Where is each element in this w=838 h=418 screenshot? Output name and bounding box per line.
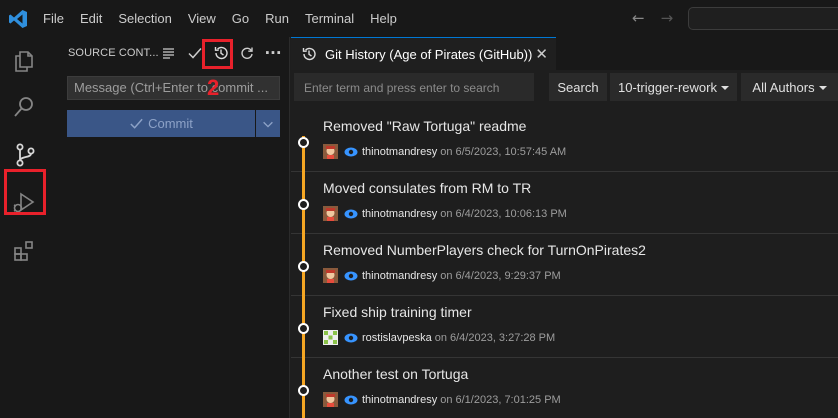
commit-meta: thinotmandresy on 6/4/2023, 10:06:13 PM bbox=[323, 206, 567, 221]
forward-arrow-icon[interactable]: → bbox=[661, 10, 674, 26]
annotation-number-2: 2 bbox=[207, 75, 220, 100]
history-toolbar: Enter term and press enter to search Sea… bbox=[291, 70, 838, 104]
commit-row[interactable]: Another test on Tortuga thinotmandresy o… bbox=[291, 358, 838, 418]
more-actions-button[interactable]: ··· bbox=[260, 42, 286, 64]
source-control-icon bbox=[16, 143, 35, 167]
commit-message-input[interactable]: Message (Ctrl+Enter to commit ... bbox=[67, 76, 280, 100]
eye-icon[interactable] bbox=[344, 394, 358, 406]
pirate-avatar-icon bbox=[323, 144, 338, 159]
extensions-button[interactable] bbox=[0, 227, 48, 275]
menu-help[interactable]: Help bbox=[370, 10, 397, 27]
commit-author[interactable]: thinotmandresy bbox=[362, 270, 437, 282]
check-icon bbox=[188, 48, 202, 59]
history-search-input[interactable]: Enter term and press enter to search bbox=[294, 73, 534, 101]
graph-node bbox=[298, 323, 309, 334]
commit-date: on 6/4/2023, 9:29:37 PM bbox=[440, 269, 561, 282]
commit-subject[interactable]: Fixed ship training timer bbox=[323, 304, 472, 320]
eye-icon[interactable] bbox=[344, 146, 358, 158]
eye-icon[interactable] bbox=[344, 270, 358, 282]
ellipsis-icon: ··· bbox=[264, 44, 282, 62]
commit-author[interactable]: thinotmandresy bbox=[362, 208, 437, 220]
commit-author[interactable]: thinotmandresy bbox=[362, 394, 437, 406]
command-center-search[interactable] bbox=[688, 7, 838, 30]
commit-date: on 6/1/2023, 7:01:25 PM bbox=[440, 393, 561, 406]
files-icon bbox=[15, 51, 33, 72]
graph-node bbox=[298, 199, 309, 210]
commit-meta: thinotmandresy on 6/1/2023, 7:01:25 PM bbox=[323, 392, 561, 407]
navigation-arrows: ← → bbox=[632, 10, 673, 26]
tab-git-history[interactable]: Git History (Age of Pirates (GitHub)) ✕ bbox=[291, 37, 556, 70]
graph-node bbox=[298, 137, 309, 148]
authors-dropdown[interactable]: All Authors bbox=[741, 73, 838, 101]
menu-bar: File Edit Selection View Go Run Terminal… bbox=[43, 10, 413, 27]
commit-button[interactable]: Commit bbox=[67, 110, 255, 137]
vscode-logo-icon bbox=[9, 10, 27, 28]
history-icon bbox=[302, 47, 316, 61]
pirate-avatar-icon bbox=[323, 206, 338, 221]
branch-label: 10-trigger-rework bbox=[618, 79, 717, 95]
source-control-sidebar: SOURCE CONT... ··· 2 Message (Ctrl+Enter… bbox=[48, 37, 290, 418]
close-icon[interactable]: ✕ bbox=[535, 45, 548, 63]
explorer-button[interactable] bbox=[0, 37, 48, 85]
git-history-view: Enter term and press enter to search Sea… bbox=[291, 70, 838, 418]
commit-author[interactable]: rostislavpeska bbox=[362, 332, 432, 344]
refresh-icon bbox=[241, 47, 253, 59]
commit-row[interactable]: Removed NumberPlayers check for TurnOnPi… bbox=[291, 234, 838, 296]
commit-subject[interactable]: Moved consulates from RM to TR bbox=[323, 180, 531, 196]
commit-subject[interactable]: Removed "Raw Tortuga" readme bbox=[323, 118, 526, 134]
commit-row[interactable]: Fixed ship training timer rostislavpeska… bbox=[291, 296, 838, 358]
commit-date: on 6/4/2023, 3:27:28 PM bbox=[434, 331, 556, 344]
caret-down-icon bbox=[720, 86, 729, 90]
eye-icon[interactable] bbox=[344, 332, 358, 344]
menu-terminal[interactable]: Terminal bbox=[305, 10, 354, 27]
graph-node bbox=[298, 385, 309, 396]
title-bar: File Edit Selection View Go Run Terminal… bbox=[0, 0, 838, 37]
activity-bar bbox=[0, 37, 48, 418]
commit-author[interactable]: thinotmandresy bbox=[362, 146, 437, 158]
view-as-tree-button[interactable] bbox=[156, 42, 182, 64]
commit-row[interactable]: Removed "Raw Tortuga" readme thinotmandr… bbox=[291, 110, 838, 172]
search-icon bbox=[14, 97, 33, 117]
chevron-down-icon bbox=[263, 121, 273, 128]
authors-label: All Authors bbox=[752, 79, 815, 95]
graph-node bbox=[298, 261, 309, 272]
commit-date: on 6/4/2023, 10:06:13 PM bbox=[440, 207, 567, 220]
eye-icon[interactable] bbox=[344, 208, 358, 220]
highlight-box-1 bbox=[4, 169, 46, 215]
highlight-box-2 bbox=[202, 39, 233, 69]
commit-meta: thinotmandresy on 6/4/2023, 9:29:37 PM bbox=[323, 268, 561, 283]
commit-dropdown-button[interactable] bbox=[256, 110, 280, 137]
commit-button-label: Commit bbox=[148, 116, 193, 131]
editor-tab-bar: Git History (Age of Pirates (GitHub)) ✕ bbox=[291, 37, 838, 70]
tab-title: Git History (Age of Pirates (GitHub)) bbox=[325, 46, 533, 62]
refresh-button[interactable] bbox=[234, 42, 260, 64]
commit-list: Removed "Raw Tortuga" readme thinotmandr… bbox=[291, 110, 838, 418]
caret-down-icon bbox=[818, 86, 827, 90]
menu-view[interactable]: View bbox=[188, 10, 216, 27]
sidebar-title: SOURCE CONT... bbox=[68, 47, 159, 59]
check-icon bbox=[130, 118, 143, 129]
menu-go[interactable]: Go bbox=[232, 10, 249, 27]
menu-selection[interactable]: Selection bbox=[118, 10, 171, 27]
identicon-avatar-icon bbox=[323, 330, 338, 345]
commit-subject[interactable]: Another test on Tortuga bbox=[323, 366, 468, 382]
commit-meta: thinotmandresy on 6/5/2023, 10:57:45 AM bbox=[323, 144, 566, 159]
menu-edit[interactable]: Edit bbox=[80, 10, 102, 27]
commit-row[interactable]: Moved consulates from RM to TR thinotman… bbox=[291, 172, 838, 234]
commit-date: on 6/5/2023, 10:57:45 AM bbox=[440, 145, 567, 158]
list-icon bbox=[163, 48, 174, 59]
search-button[interactable] bbox=[0, 83, 48, 131]
branch-dropdown[interactable]: 10-trigger-rework bbox=[610, 73, 737, 101]
menu-file[interactable]: File bbox=[43, 10, 64, 27]
pirate-avatar-icon bbox=[323, 268, 338, 283]
commit-meta: rostislavpeska on 6/4/2023, 3:27:28 PM bbox=[323, 330, 555, 345]
menu-run[interactable]: Run bbox=[265, 10, 289, 27]
commit-subject[interactable]: Removed NumberPlayers check for TurnOnPi… bbox=[323, 242, 646, 258]
pirate-avatar-icon bbox=[323, 392, 338, 407]
extensions-icon bbox=[14, 241, 33, 261]
search-button[interactable]: Search bbox=[549, 73, 607, 101]
back-arrow-icon[interactable]: ← bbox=[632, 10, 645, 26]
